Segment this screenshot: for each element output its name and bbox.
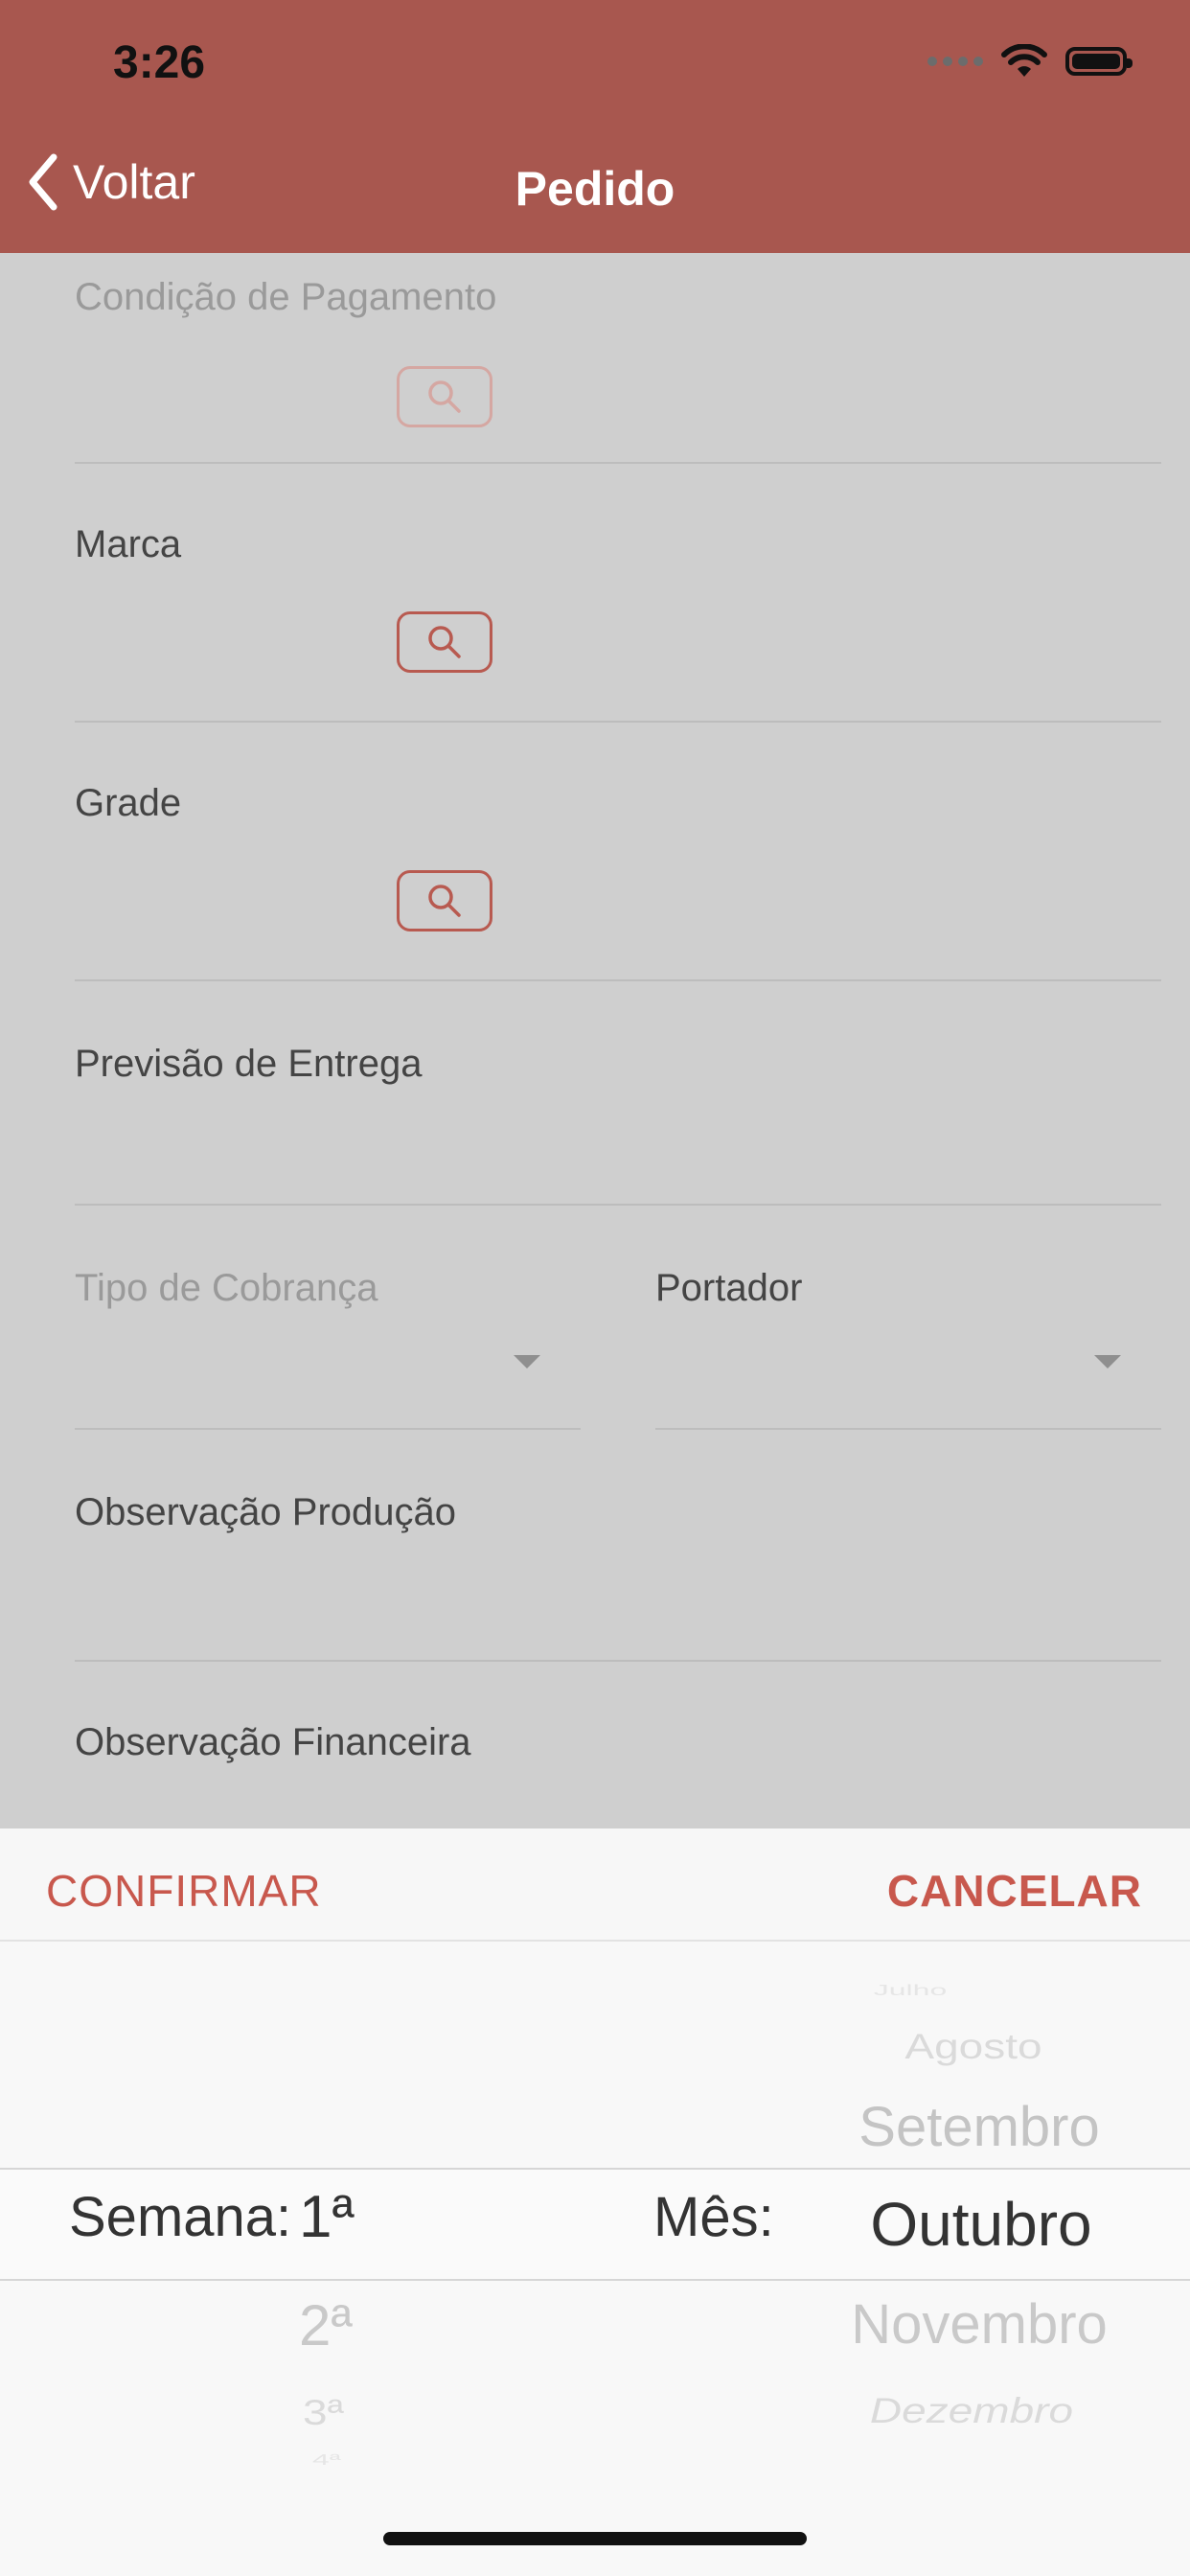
week-option-selected[interactable]: 1ª [299, 2183, 354, 2251]
divider [75, 979, 1161, 981]
divider [75, 1204, 1161, 1206]
month-option[interactable]: Agosto [904, 2025, 1041, 2066]
financial-notes-label: Observação Financeira [75, 1721, 471, 1763]
delivery-forecast-label: Previsão de Entrega [75, 1043, 423, 1085]
divider [75, 1660, 1161, 1662]
billing-type-select[interactable]: Tipo de Cobrança [75, 1267, 581, 1411]
grade-search-button[interactable] [397, 870, 492, 932]
month-option[interactable]: Julho [874, 1981, 948, 1999]
navigation-header: 3:26 Voltar Pedido [0, 0, 1190, 253]
chevron-down-icon [514, 1355, 540, 1368]
month-option[interactable]: Dezembro [870, 2389, 1073, 2430]
search-icon [428, 380, 461, 413]
battery-icon [1065, 47, 1133, 76]
month-option[interactable]: Novembro [851, 2292, 1108, 2357]
carrier-select[interactable]: Portador [655, 1267, 1161, 1411]
status-time: 3:26 [113, 37, 206, 88]
payment-condition-field: Condição de Pagamento [75, 264, 1161, 456]
payment-condition-label: Condição de Pagamento [75, 276, 497, 318]
week-month-picker: CONFIRMAR CANCELAR Semana: Mês: 1ª 2ª 3ª… [0, 1828, 1190, 2576]
week-option[interactable]: 2ª [299, 2292, 353, 2358]
week-option[interactable]: 3ª [303, 2391, 344, 2432]
chevron-down-icon [1094, 1355, 1121, 1368]
carrier-label: Portador [655, 1267, 803, 1309]
page-title: Pedido [515, 162, 675, 216]
divider [75, 721, 1161, 723]
week-label: Semana: [69, 2186, 292, 2248]
brand-search-button[interactable] [397, 611, 492, 673]
divider [75, 462, 1161, 464]
signal-icon [927, 57, 983, 66]
production-notes-field[interactable]: Observação Produção [75, 1491, 1161, 1654]
brand-label: Marca [75, 523, 182, 565]
production-notes-label: Observação Produção [75, 1491, 457, 1533]
week-option[interactable]: 4ª [312, 2450, 341, 2469]
month-label: Mês: [653, 2186, 774, 2248]
billing-type-label: Tipo de Cobrança [75, 1267, 378, 1309]
search-icon [428, 885, 461, 917]
brand-field: Marca [75, 523, 1161, 715]
divider [75, 1428, 581, 1430]
divider [655, 1428, 1161, 1430]
cancel-button[interactable]: CANCELAR [887, 1865, 1142, 1917]
status-icons [927, 44, 1133, 79]
picker-toolbar: CONFIRMAR CANCELAR [0, 1828, 1190, 1942]
confirm-button[interactable]: CONFIRMAR [46, 1865, 322, 1917]
grade-field: Grade [75, 782, 1161, 974]
month-option[interactable]: Setembro [858, 2095, 1099, 2159]
delivery-forecast-field[interactable]: Previsão de Entrega [75, 1043, 1161, 1196]
grade-label: Grade [75, 782, 182, 824]
order-form: Condição de Pagamento Marca Grade Previs… [0, 253, 1190, 1828]
financial-notes-field[interactable]: Observação Financeira [75, 1721, 1161, 1817]
wifi-icon [1001, 44, 1047, 77]
home-indicator[interactable] [383, 2532, 807, 2545]
payment-condition-search-button[interactable] [397, 366, 492, 427]
month-option-selected[interactable]: Outubro [870, 2189, 1091, 2260]
search-icon [428, 626, 461, 658]
